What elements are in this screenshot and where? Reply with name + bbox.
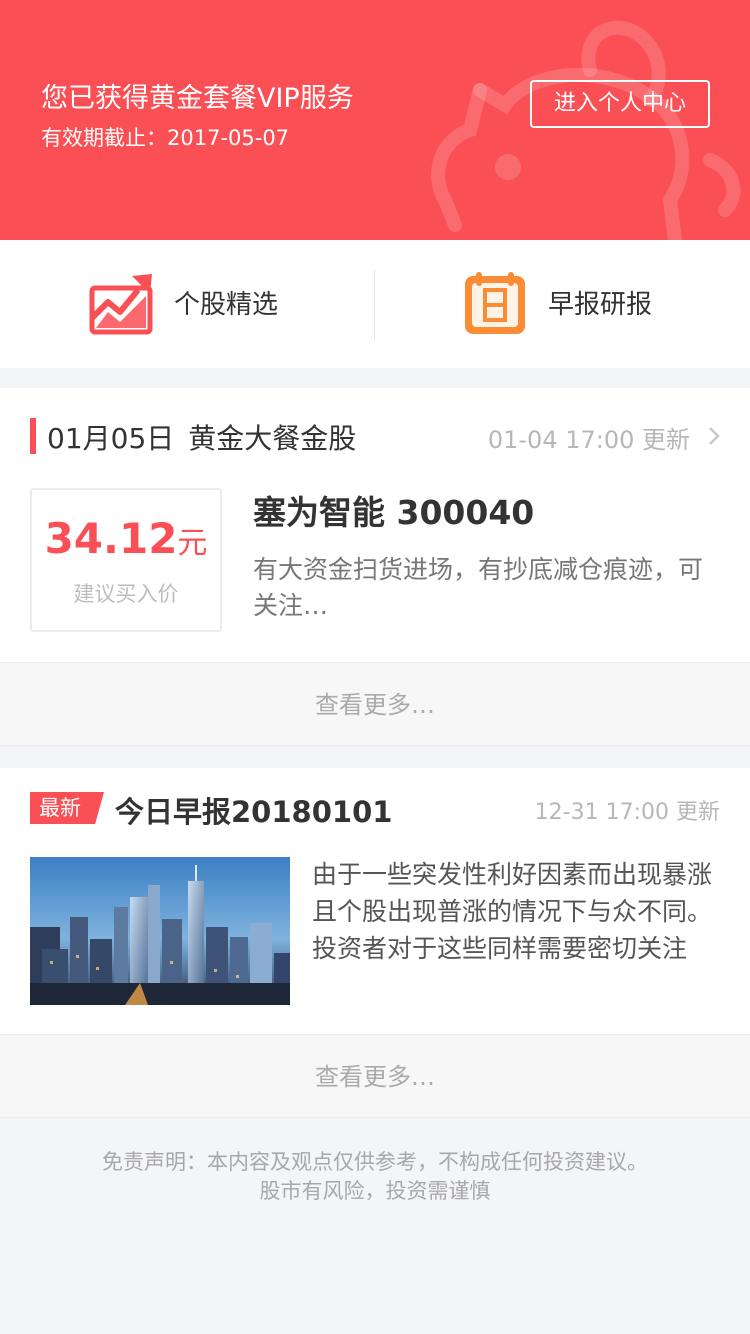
briefing-title: 今日早报20180101 <box>115 795 393 829</box>
section-accent-bar <box>30 418 36 454</box>
view-more-briefings-button[interactable]: 查看更多… <box>0 1034 750 1118</box>
personal-center-button[interactable]: 进入个人中心 <box>530 80 710 128</box>
vip-banner: 您已获得黄金套餐VIP服务 有效期截止：2017-05-07 进入个人中心 <box>0 0 750 240</box>
quick-entry-bar: 个股精选 早报研报 <box>0 240 750 368</box>
price-unit: 元 <box>177 526 208 561</box>
quick-entry-label: 个股精选 <box>174 290 279 320</box>
stock-description: 有大资金扫货进场，有抄底减仓痕迹，可关注… <box>253 555 704 620</box>
city-skyline-image <box>30 857 290 1005</box>
stock-name: 塞为智能 300040 <box>253 493 535 532</box>
pick-title: 黄金大餐金股 <box>188 422 357 455</box>
quick-entry-label: 早报研报 <box>548 290 653 320</box>
stock-picks-entry[interactable]: 个股精选 <box>88 240 348 368</box>
disclaimer: 免责声明：本内容及观点仅供参考，不构成任何投资建议。 股市有风险，投资需谨慎 <box>0 1148 750 1206</box>
update-time: 01-04 17:00 更新 <box>487 426 690 454</box>
price-caption: 建议买入价 <box>73 582 179 606</box>
morning-briefing-card[interactable]: 最新 今日早报20180101 12-31 17:00 更新 由于一些突发性利好… <box>0 768 750 1034</box>
disclaimer-line: 免责声明：本内容及观点仅供参考，不构成任何投资建议。 <box>102 1150 648 1174</box>
disclaimer-line: 股市有风险，投资需谨慎 <box>259 1179 491 1203</box>
chevron-right-icon[interactable] <box>708 426 720 446</box>
section-title: 01月05日 黄金大餐金股 <box>47 417 356 457</box>
calendar-report-icon <box>465 272 525 334</box>
briefing-description: 由于一些突发性利好因素而出现暴涨且个股出现普涨的情况下与众不同。投资者对于这些同… <box>312 860 713 963</box>
vip-status-title: 您已获得黄金套餐VIP服务 <box>41 83 354 114</box>
pick-date: 01月05日 <box>47 422 175 455</box>
morning-reports-entry[interactable]: 早报研报 <box>462 240 722 368</box>
price-number: 34.12 <box>44 514 178 563</box>
suggested-price-box: 34.12元 建议买入价 <box>30 488 222 632</box>
trend-chart-icon <box>89 274 153 335</box>
view-more-stocks-button[interactable]: 查看更多… <box>0 662 750 746</box>
suggested-price: 34.12元 <box>32 514 220 563</box>
update-time: 12-31 17:00 更新 <box>534 800 720 825</box>
divider <box>374 270 375 340</box>
golden-stock-card[interactable]: 01月05日 黄金大餐金股 01-04 17:00 更新 34.12元 建议买入价… <box>0 388 750 662</box>
vip-expiry-date: 有效期截止：2017-05-07 <box>41 126 290 150</box>
new-badge: 最新 <box>30 792 104 824</box>
